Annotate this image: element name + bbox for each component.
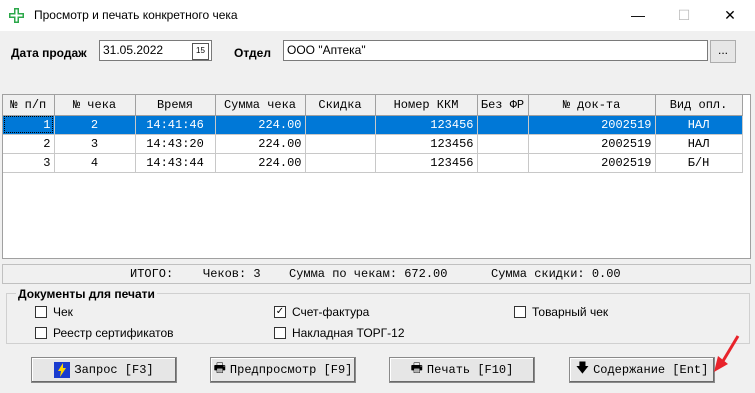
table-row[interactable]: 2 3 14:43:20 224.00 123456 2002519 НАЛ [3, 134, 743, 154]
annotation-arrow-icon [714, 335, 740, 372]
table-row[interactable]: 3 4 14:43:44 224.00 123456 2002519 Б/Н [3, 153, 743, 173]
checkbox-label: Товарный чек [532, 305, 609, 319]
cell: НАЛ [655, 115, 743, 135]
cell: 1 [3, 115, 55, 135]
cell: 2 [3, 134, 55, 154]
documents-group-title: Документы для печати [16, 287, 157, 301]
lightning-icon [54, 362, 71, 378]
contents-label: Содержание [Ent] [593, 363, 709, 377]
checks-sum: Сумма по чекам: 672.00 [289, 267, 448, 281]
cell: 14:43:20 [135, 134, 216, 154]
checkmark-icon: ✓ [274, 306, 286, 318]
dept-label: Отдел [234, 46, 271, 60]
checkbox-box [35, 306, 47, 318]
checkbox-box [35, 327, 47, 339]
preview-button[interactable]: 🖶 Предпросмотр [F9] [210, 357, 356, 383]
cell: 2002519 [528, 153, 656, 173]
totals-label: ИТОГО: [130, 267, 174, 281]
dept-field[interactable]: ООО "Аптека" [283, 40, 708, 61]
dept-select-button[interactable]: ... [710, 40, 736, 63]
cell: 2002519 [528, 134, 656, 154]
col-header[interactable]: Время [135, 95, 216, 116]
checks-grid[interactable]: № п/п № чека Время Сумма чека Скидка Ном… [2, 94, 751, 259]
checkbox-invoice[interactable]: ✓ Счет-фактура [274, 305, 369, 319]
col-header[interactable]: Номер ККМ [375, 95, 478, 116]
col-header[interactable]: № чека [54, 95, 136, 116]
preview-label: Предпросмотр [F9] [229, 363, 353, 377]
print-button[interactable]: 🖶 Печать [F10] [389, 357, 535, 383]
calendar-icon[interactable]: 15 [192, 43, 209, 60]
cell: 224.00 [215, 115, 306, 135]
request-button[interactable]: Запрос [F3] [31, 357, 177, 383]
maximize-button[interactable]: ☐ [661, 0, 707, 31]
checkbox-check[interactable]: Чек [35, 305, 73, 319]
discount-sum: Сумма скидки: 0.00 [491, 267, 621, 281]
minimize-button[interactable]: — [615, 0, 661, 31]
col-header[interactable]: Вид опл. [655, 95, 743, 116]
grid-header: № п/п № чека Время Сумма чека Скидка Ном… [3, 95, 743, 116]
app-cross-icon [9, 8, 24, 23]
cell: 123456 [375, 115, 478, 135]
checkbox-label: Чек [53, 305, 73, 319]
cell: Б/Н [655, 153, 743, 173]
col-header[interactable]: Сумма чека [215, 95, 306, 116]
cell: 2 [54, 115, 136, 135]
cell: 2002519 [528, 115, 656, 135]
close-button[interactable]: ✕ [707, 0, 753, 31]
cell [305, 115, 376, 135]
col-header[interactable]: № п/п [3, 95, 55, 116]
cell [477, 115, 529, 135]
cell: 224.00 [215, 134, 306, 154]
cell [477, 134, 529, 154]
date-label: Дата продаж [11, 46, 87, 60]
cell: 4 [54, 153, 136, 173]
cell: 123456 [375, 134, 478, 154]
cell: 14:41:46 [135, 115, 216, 135]
col-header[interactable]: Без ФР [477, 95, 529, 116]
checkbox-box [514, 306, 526, 318]
arrow-down-icon: 🡇 [575, 361, 590, 376]
cell: 14:43:44 [135, 153, 216, 173]
checkbox-torg12[interactable]: Накладная ТОРГ-12 [274, 326, 405, 340]
print-label: Печать [F10] [426, 363, 514, 377]
cell: 123456 [375, 153, 478, 173]
checkbox-label: Накладная ТОРГ-12 [292, 326, 405, 340]
cell: НАЛ [655, 134, 743, 154]
table-row[interactable]: 1 2 14:41:46 224.00 123456 2002519 НАЛ [3, 115, 743, 135]
cell [477, 153, 529, 173]
checks-count: Чеков: 3 [203, 267, 261, 281]
request-label: Запрос [F3] [74, 363, 154, 377]
dept-value: ООО "Аптека" [287, 43, 366, 57]
window-title: Просмотр и печать конкретного чека [34, 8, 238, 22]
title-bar: Просмотр и печать конкретного чека — ☐ ✕ [0, 0, 755, 31]
printer-icon: 🖶 [213, 361, 226, 376]
date-value: 31.05.2022 [103, 43, 164, 57]
cell: 3 [3, 153, 55, 173]
cell: 224.00 [215, 153, 306, 173]
checkbox-box [274, 327, 286, 339]
checkbox-label: Реестр сертификатов [53, 326, 174, 340]
checkbox-sales-receipt[interactable]: Товарный чек [514, 305, 608, 319]
col-header[interactable]: № док-та [528, 95, 656, 116]
cell: 3 [54, 134, 136, 154]
cell [305, 134, 376, 154]
checkbox-certificates[interactable]: Реестр сертификатов [35, 326, 174, 340]
totals-bar: ИТОГО: Чеков: 3 Сумма по чекам: 672.00 С… [2, 264, 751, 284]
contents-button[interactable]: 🡇 Содержание [Ent] [569, 357, 715, 383]
checkbox-label: Счет-фактура [292, 305, 370, 319]
printer-icon: 🖶 [410, 361, 423, 376]
cell [305, 153, 376, 173]
col-header[interactable]: Скидка [305, 95, 376, 116]
